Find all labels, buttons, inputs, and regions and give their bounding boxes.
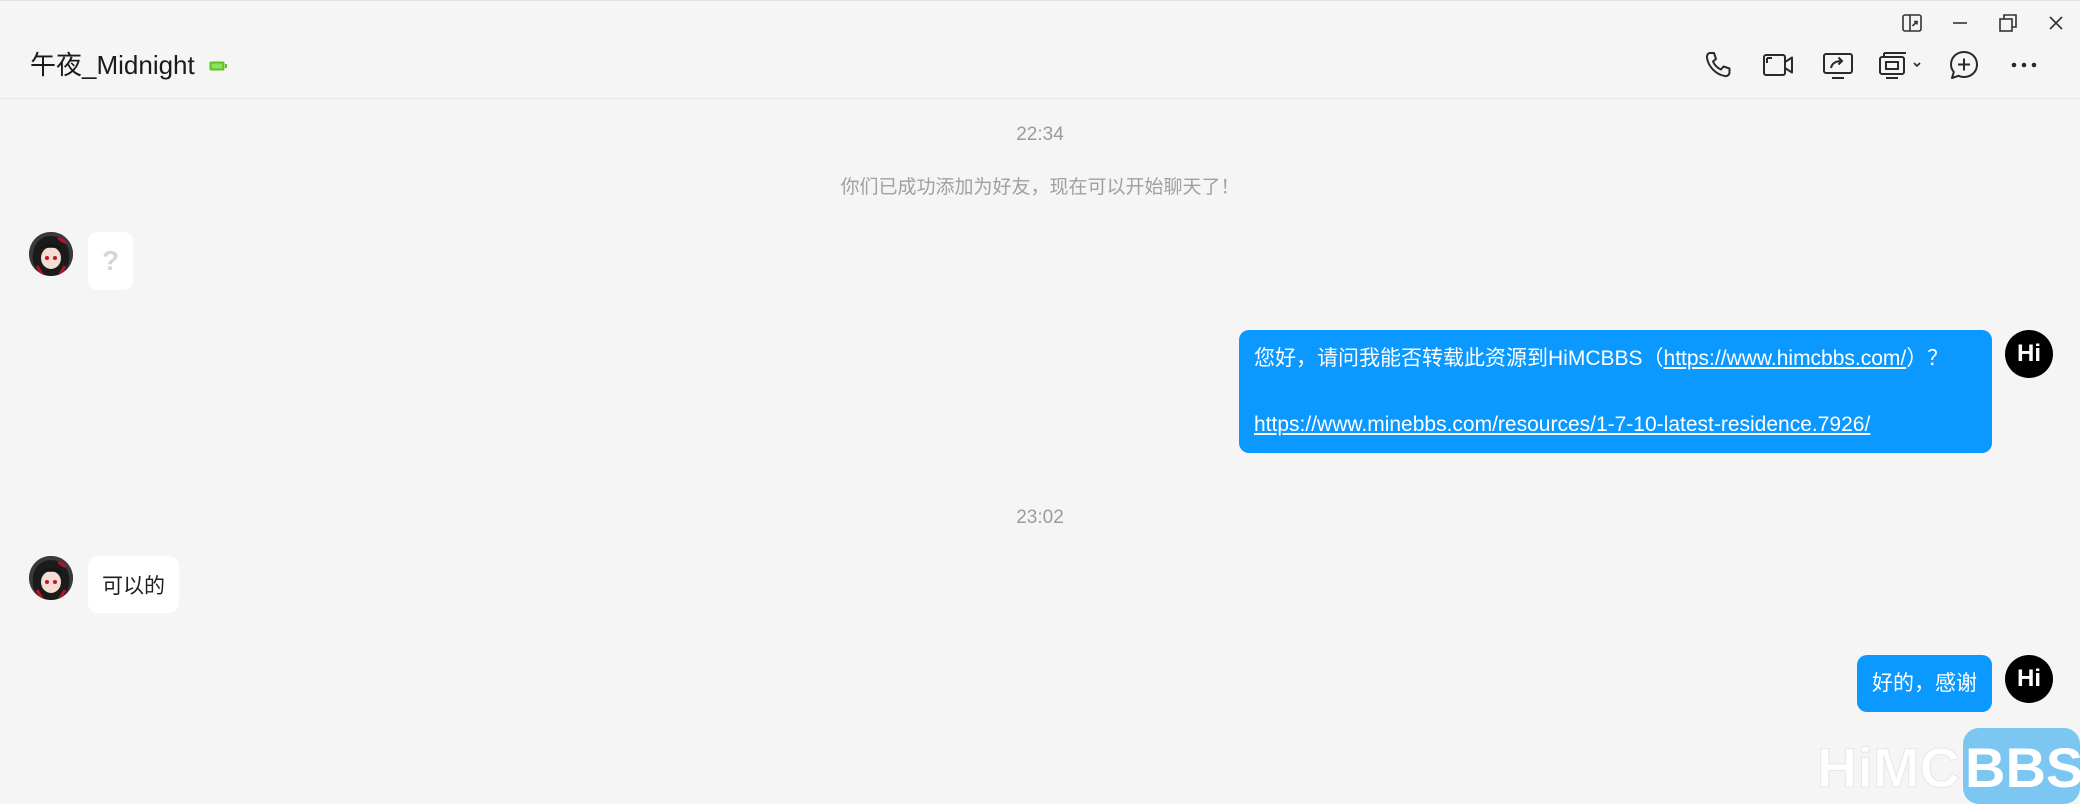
chat-toolbar [1688, 45, 2054, 85]
minebbs-resource-link[interactable]: https://www.minebbs.com/resources/1-7-10… [1254, 413, 1870, 436]
message-bubble-sent[interactable]: 您好，请问我能否转载此资源到HiMCBBS（https://www.himcbb… [1239, 330, 1992, 453]
himcbbs-watermark-logo: HiMC BBS [1817, 728, 2080, 804]
anime-avatar-icon [29, 232, 73, 276]
message-text: 您好，请问我能否转载此资源到HiMCBBS（ [1254, 347, 1664, 370]
svg-text:BBS: BBS [1965, 736, 2080, 799]
video-call-icon [1763, 54, 1793, 76]
timestamp: 23:02 [1016, 507, 1064, 528]
message-text: 可以的 [102, 574, 165, 598]
more-icon [2011, 62, 2037, 68]
contact-avatar[interactable] [29, 556, 73, 600]
chat-window: 午夜_Midnight 22:34 你们已成功添加为好友，现在可以开始聊天了！ … [0, 0, 2080, 804]
chat-header: 午夜_Midnight [0, 1, 2080, 99]
message-list[interactable]: 22:34 你们已成功添加为好友，现在可以开始聊天了！ ? Hi 您好，请问我能… [0, 100, 2080, 804]
add-member-icon [1950, 51, 1978, 79]
self-avatar[interactable]: Hi [2005, 655, 2053, 703]
video-call-button[interactable] [1748, 45, 1808, 85]
add-member-button[interactable] [1934, 45, 1994, 85]
himcbbs-link[interactable]: https://www.himcbbs.com/ [1664, 347, 1907, 370]
system-message: 你们已成功添加为好友，现在可以开始聊天了！ [840, 177, 1240, 198]
contact-name[interactable]: 午夜_Midnight [30, 48, 195, 82]
message-bubble-received[interactable]: ? [88, 232, 134, 290]
screen-share-button[interactable] [1808, 45, 1868, 85]
message-text: ）？ [1906, 347, 1949, 370]
phone-icon [1705, 52, 1731, 78]
message-line: https://www.minebbs.com/resources/1-7-10… [1254, 408, 1977, 441]
more-options-button[interactable] [1994, 45, 2054, 85]
anime-avatar-icon [29, 556, 73, 600]
message-bubble-sent[interactable]: 好的，感谢 [1857, 655, 1992, 712]
svg-text:HiMC: HiMC [1817, 736, 1960, 799]
contact-avatar[interactable] [29, 232, 73, 276]
message-text: ? [102, 245, 120, 276]
chat-title: 午夜_Midnight [30, 48, 227, 82]
message-text: 好的，感谢 [1872, 672, 1977, 695]
remote-assist-icon [1879, 52, 1921, 79]
message-bubble-received[interactable]: 可以的 [88, 556, 179, 613]
chevron-down-icon [1913, 62, 1921, 68]
battery-status-icon [209, 61, 227, 71]
remote-assist-button[interactable] [1868, 45, 1934, 85]
timestamp: 22:34 [1016, 124, 1064, 145]
voice-call-button[interactable] [1688, 45, 1748, 85]
self-avatar[interactable]: Hi [2005, 330, 2053, 378]
message-line: 您好，请问我能否转载此资源到HiMCBBS（https://www.himcbb… [1254, 342, 1977, 375]
screen-share-icon [1823, 53, 1853, 79]
